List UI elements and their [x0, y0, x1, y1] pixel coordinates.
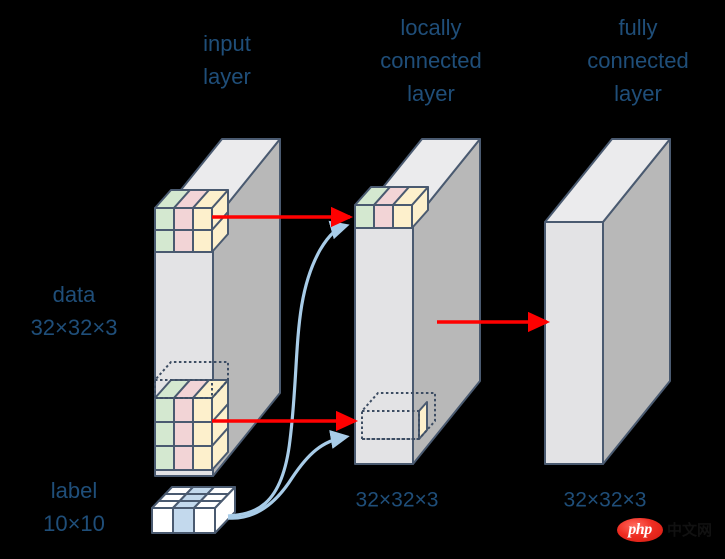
- input-bottom-patch-front-cell: [192, 421, 213, 447]
- input-bottom-patch-front-cell: [173, 397, 194, 423]
- input-top-patch: [154, 189, 229, 253]
- input-bottom-patch: [154, 379, 229, 471]
- fully-connected-slab-front-face: [544, 221, 604, 465]
- locally-top-patch-front-cell: [373, 204, 394, 229]
- fully-connected-slab: [544, 138, 671, 465]
- data-label: data 32×32×3: [31, 282, 118, 340]
- fully-connected-layer-line: connected: [587, 48, 689, 73]
- label-cube-front-cell: [193, 507, 216, 534]
- input-bottom-patch-front-cell: [192, 445, 213, 471]
- label-label-line: label: [51, 478, 97, 503]
- input-bottom-patch-front-cell: [154, 445, 175, 471]
- fully-connected-dims: 32×32×3: [564, 489, 647, 512]
- locally-connected-layer-line: locally: [400, 15, 461, 40]
- data-label-line: data: [53, 282, 97, 307]
- locally-connected-layer-line: layer: [407, 81, 455, 106]
- fully-connected-layer-line: fully: [618, 15, 657, 40]
- label-label-line: 10×10: [43, 511, 105, 536]
- input-top-patch-front-cell: [154, 207, 175, 231]
- locally-connected-dims: 32×32×3: [356, 489, 439, 512]
- input-top-patch-front-cell: [173, 229, 194, 253]
- label-cube-front-cell: [172, 507, 195, 534]
- input-top-patch-front-cell: [154, 229, 175, 253]
- php-logo-text: 中文网: [667, 521, 713, 539]
- fully-connected-layer-line: layer: [614, 81, 662, 106]
- locally-connected-slab-front-face: [354, 221, 414, 465]
- input-top-patch-front-cell: [173, 207, 194, 231]
- input-bottom-patch-front-cell: [192, 397, 213, 423]
- data-label-line: 32×32×3: [31, 315, 118, 340]
- input-layer-line: layer: [203, 64, 251, 89]
- locally-top-patch-front-cell: [392, 204, 413, 229]
- label-label: label 10×10: [43, 478, 105, 536]
- locally-connected-layer-line: connected: [380, 48, 482, 73]
- fully-connected-layer: fully connected layer: [587, 15, 689, 106]
- label-cube-front-cell: [151, 507, 174, 534]
- input-top-patch-front-cell: [192, 207, 213, 231]
- label-cube-group: [151, 486, 236, 534]
- input-layer: input layer: [203, 31, 251, 89]
- input-bottom-patch-front-cell: [154, 421, 175, 447]
- input-layer-line: input: [203, 31, 251, 56]
- input-top-patch-front-cell: [192, 229, 213, 253]
- blue-arrow-label-to-locally-bottom: [227, 430, 350, 520]
- locally-top-patch: [354, 186, 429, 229]
- input-bottom-patch-front-cell: [173, 421, 194, 447]
- php-logo-badge: php: [617, 518, 663, 542]
- php-watermark: php 中文网: [617, 517, 712, 543]
- input-bottom-patch-front-cell: [154, 397, 175, 423]
- input-bottom-patch-front-cell: [173, 445, 194, 471]
- neural-network-architecture-diagram: input layer locally connected layer fully conn…: [31, 15, 689, 536]
- diagram-canvas: input layer locally connected layer fully conn…: [0, 0, 725, 559]
- label-cube: [151, 486, 236, 534]
- locally-connected-layer: locally connected layer: [380, 15, 482, 106]
- locally-top-patch-front-cell: [354, 204, 375, 229]
